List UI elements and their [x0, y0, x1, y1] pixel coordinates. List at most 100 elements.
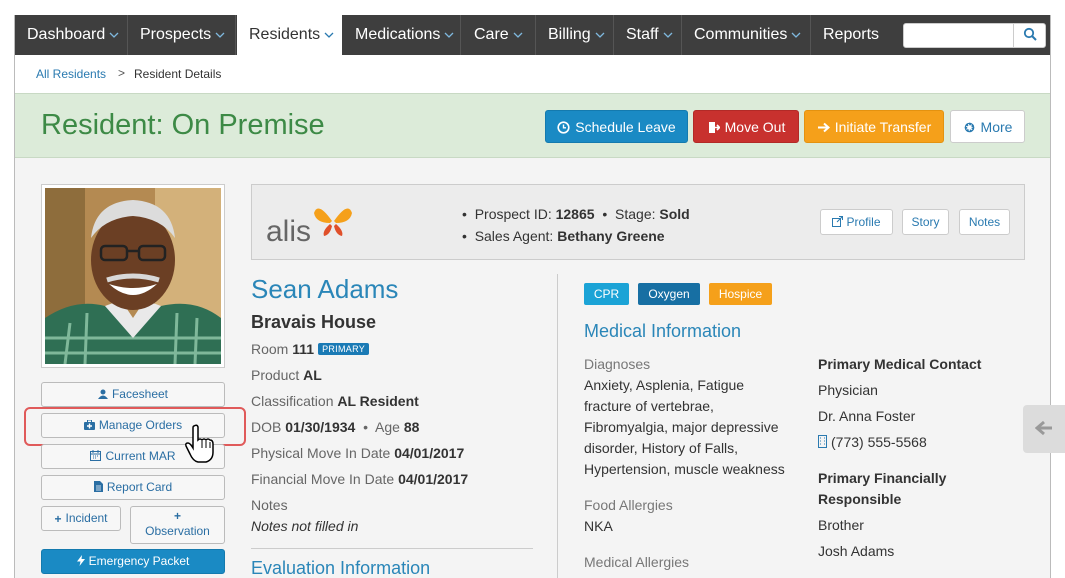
move-out-label: Move Out [724, 119, 786, 135]
app-frame: Dashboard Prospects Residents Medication… [14, 15, 1051, 578]
prospect-id-line: • Prospect ID: 12865 • Stage: Sold [462, 206, 690, 222]
report-card-button[interactable]: Report Card [41, 475, 225, 500]
section-divider [251, 548, 533, 549]
dob-field: DOB 01/30/1934 • Age 88 [251, 419, 420, 435]
nav-staff[interactable]: Staff [614, 15, 682, 55]
notes-button[interactable]: Notes [959, 209, 1010, 235]
chevron-down-icon [791, 30, 801, 40]
plus-icon: + [173, 509, 181, 523]
current-mar-label: Current MAR [105, 449, 176, 463]
diagnoses-line: Anxiety, Asplenia, Fatigue [584, 377, 745, 393]
chevron-down-icon [513, 30, 523, 40]
nav-prospects[interactable]: Prospects [128, 15, 236, 55]
chevron-down-icon [324, 30, 334, 40]
diagnoses-line: Hypertension, muscle weakness [584, 461, 785, 477]
sales-agent-line: • Sales Agent: Bethany Greene [462, 228, 665, 244]
nav-label: Staff [626, 26, 659, 43]
nav-care[interactable]: Care [462, 15, 536, 55]
story-button[interactable]: Story [902, 209, 949, 235]
diagnoses-line: fracture of vertebrae, [584, 398, 714, 414]
search-input[interactable] [906, 26, 1011, 45]
nav-billing[interactable]: Billing [536, 15, 614, 55]
food-allergies-value: NKA [584, 518, 613, 534]
prospect-panel: alis • Prospect ID: 12865 • Stage: Sold … [251, 184, 1025, 260]
primary-medical-phone-row: (773) 555-5568 [818, 432, 927, 454]
alis-logo: alis [266, 201, 356, 248]
page-title: Resident: On Premise [41, 109, 325, 141]
nav-label: Prospects [140, 26, 212, 43]
room-field: Room 111 PRIMARY [251, 341, 370, 357]
diagnoses-line: disorder, History of Falls, [584, 440, 739, 456]
search-button[interactable] [1013, 24, 1045, 47]
diagnoses-label: Diagnoses [584, 356, 651, 372]
profile-button[interactable]: Profile [820, 209, 893, 235]
chevron-down-icon [595, 30, 605, 40]
prospect-id-label: Prospect ID: [474, 206, 552, 222]
initiate-transfer-button[interactable]: Initiate Transfer [804, 110, 944, 143]
room-label: Room [251, 341, 289, 357]
incident-button[interactable]: + Incident [41, 506, 121, 531]
schedule-leave-button[interactable]: Schedule Leave [545, 110, 688, 143]
chevron-down-icon [109, 30, 119, 40]
primary-badge: PRIMARY [318, 343, 370, 355]
profile-label: Profile [846, 215, 881, 229]
notes-label: Notes [968, 215, 1001, 229]
nav-dashboard[interactable]: Dashboard [15, 15, 128, 55]
plus-icon: + [54, 512, 62, 526]
primary-medical-type: Physician [818, 382, 878, 398]
product-value: AL [303, 367, 322, 383]
nav-label: Billing [548, 26, 591, 43]
emergency-packet-label: Emergency Packet [88, 554, 190, 568]
tag-cpr: CPR [584, 283, 629, 305]
physical-move-in-label: Physical Move In Date [251, 445, 391, 461]
side-panel-toggle[interactable] [1023, 405, 1065, 453]
chevron-down-icon [663, 30, 673, 40]
classification-label: Classification [251, 393, 334, 409]
stage-value: Sold [659, 206, 690, 222]
report-card-label: Report Card [106, 480, 173, 494]
community-name: Bravais House [251, 312, 377, 332]
facesheet-label: Facesheet [111, 387, 169, 401]
nav-medications[interactable]: Medications [343, 15, 461, 55]
search-box [903, 23, 1046, 48]
primary-medical-name: Dr. Anna Foster [818, 408, 916, 424]
clock-icon [557, 113, 570, 146]
svg-text:alis: alis [266, 215, 311, 245]
nav-residents[interactable]: Residents [237, 15, 342, 55]
nav-label: Care [474, 26, 509, 43]
age-label: Age [375, 419, 400, 435]
move-out-button[interactable]: Move Out [693, 110, 799, 143]
observation-button[interactable]: + Observation [130, 506, 225, 544]
product-field: Product AL [251, 367, 322, 383]
breadcrumb-all-residents[interactable]: All Residents [36, 67, 106, 81]
age-value: 88 [403, 419, 420, 435]
resident-photo [41, 184, 225, 368]
gear-icon [963, 113, 976, 146]
facesheet-button[interactable]: Facesheet [41, 382, 225, 407]
breadcrumb-current: Resident Details [134, 67, 222, 81]
observation-label: Observation [145, 524, 210, 538]
user-icon [97, 384, 108, 407]
nav-communities[interactable]: Communities [682, 15, 811, 55]
sales-agent-label: Sales Agent: [474, 228, 554, 244]
breadcrumb: All Residents > Resident Details [15, 55, 1050, 93]
story-label: Story [911, 215, 940, 229]
emergency-packet-button[interactable]: Emergency Packet [41, 549, 225, 574]
more-button[interactable]: More [950, 110, 1025, 143]
nav-label: Dashboard [27, 26, 106, 43]
nav-label: Medications [355, 26, 441, 43]
nav-reports[interactable]: Reports [811, 15, 893, 55]
file-icon [93, 477, 103, 500]
diagnoses-line: Fibromyalgia, major depressive [584, 419, 779, 435]
primary-medical-phone[interactable]: (773) 555-5568 [831, 434, 927, 450]
notes-label: Notes [251, 497, 288, 513]
sales-agent-value: Bethany Greene [557, 228, 665, 244]
medical-heading: Medical Information [584, 321, 742, 341]
prospect-id-value: 12865 [555, 206, 595, 222]
product-label: Product [251, 367, 300, 383]
calendar-icon [90, 446, 102, 469]
building-icon [818, 433, 827, 454]
stage-label: Stage: [615, 206, 656, 222]
nav-label: Residents [249, 26, 321, 43]
notes-value: Notes not filled in [251, 518, 359, 534]
